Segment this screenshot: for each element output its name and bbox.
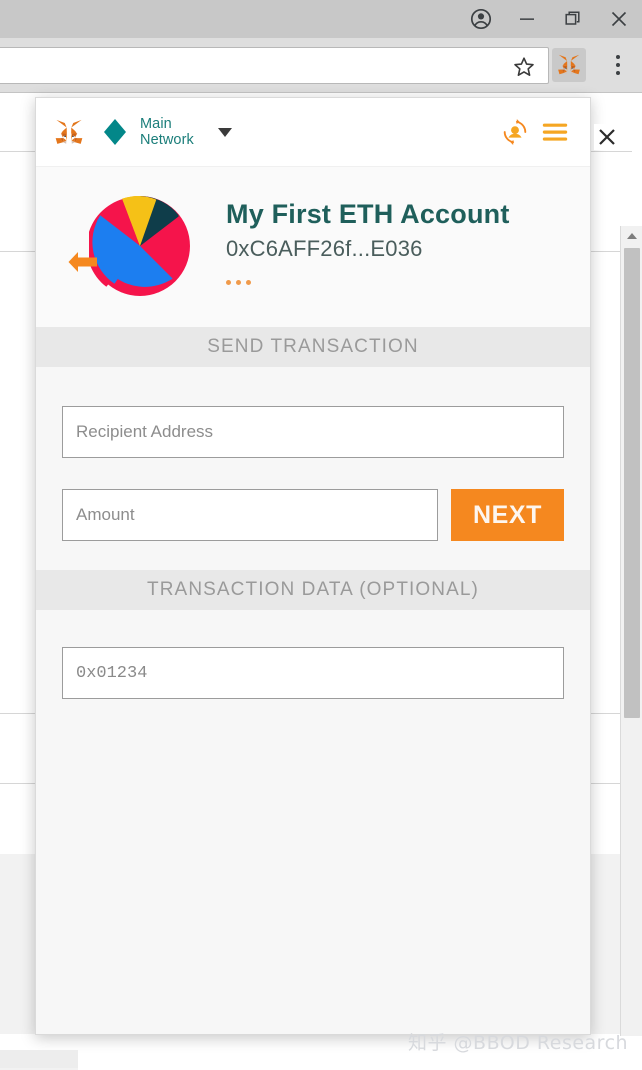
status-bar-stub (0, 1050, 78, 1068)
kebab-dot (616, 71, 620, 75)
close-icon (611, 11, 627, 27)
send-form-panel: Recipient Address Amount NEXT (36, 367, 590, 570)
account-switch-icon[interactable] (500, 117, 530, 147)
network-name-line2: Network (140, 132, 194, 148)
popup-close-button[interactable] (594, 124, 620, 150)
page-scrollbar[interactable] (620, 226, 642, 1036)
ellipsis-dot (246, 280, 251, 285)
restore-button[interactable] (550, 0, 596, 38)
account-text: My First ETH Account 0xC6AFF26f...E036 (226, 197, 510, 285)
transaction-data-panel: 0x01234 (36, 610, 590, 699)
amount-row: Amount NEXT (62, 489, 564, 541)
address-bar[interactable] (0, 47, 549, 84)
network-name-label[interactable]: Main Network (140, 116, 212, 148)
restore-icon (565, 11, 580, 25)
watermark: 知乎 @BBOD Research (408, 1032, 629, 1054)
close-icon (599, 129, 615, 145)
window-controls (458, 0, 642, 38)
amount-input[interactable]: Amount (62, 489, 438, 541)
kebab-dot (616, 55, 620, 59)
transaction-data-header: TRANSACTION DATA (OPTIONAL) (36, 570, 590, 610)
close-button[interactable] (596, 0, 642, 38)
next-button[interactable]: NEXT (451, 489, 564, 541)
scrollbar-thumb[interactable] (624, 248, 640, 718)
account-strip: My First ETH Account 0xC6AFF26f...E036 (36, 167, 590, 327)
account-address[interactable]: 0xC6AFF26f...E036 (226, 236, 510, 262)
chevron-down-icon[interactable] (218, 127, 232, 137)
browser-toolbar (0, 38, 642, 93)
back-arrow-icon[interactable] (66, 249, 100, 275)
profile-avatar-button[interactable] (458, 0, 504, 38)
kebab-dot (616, 63, 620, 67)
send-transaction-header: SEND TRANSACTION (36, 327, 590, 367)
minimize-button[interactable] (504, 0, 550, 38)
pie-chart-identicon[interactable] (89, 195, 191, 297)
window-title-bar (0, 0, 642, 38)
ellipsis-dot (236, 280, 241, 285)
ethereum-diamond-icon (104, 119, 126, 145)
person-circle-icon (470, 8, 492, 30)
recipient-address-input[interactable]: Recipient Address (62, 406, 564, 458)
browser-menu-button[interactable] (606, 51, 630, 79)
account-name: My First ETH Account (226, 199, 510, 229)
ellipsis-dot (226, 280, 231, 285)
bookmark-star-icon[interactable] (512, 55, 536, 79)
network-name-line1: Main (140, 116, 172, 132)
scroll-up-arrow-icon[interactable] (621, 226, 642, 246)
metamask-popup: Main Network My First ETH Account 0xC6AF… (35, 97, 591, 1035)
ellipsis-icon[interactable] (226, 280, 510, 285)
metamask-header: Main Network (36, 98, 590, 167)
transaction-data-input[interactable]: 0x01234 (62, 647, 564, 699)
metamask-fox-icon (558, 54, 580, 75)
metamask-extension-button[interactable] (552, 48, 586, 82)
minimize-icon (520, 18, 534, 20)
screen-root: Main Network My First ETH Account 0xC6AF… (0, 0, 642, 1070)
metamask-fox-icon[interactable] (54, 119, 84, 146)
hamburger-menu-icon[interactable] (540, 117, 570, 147)
